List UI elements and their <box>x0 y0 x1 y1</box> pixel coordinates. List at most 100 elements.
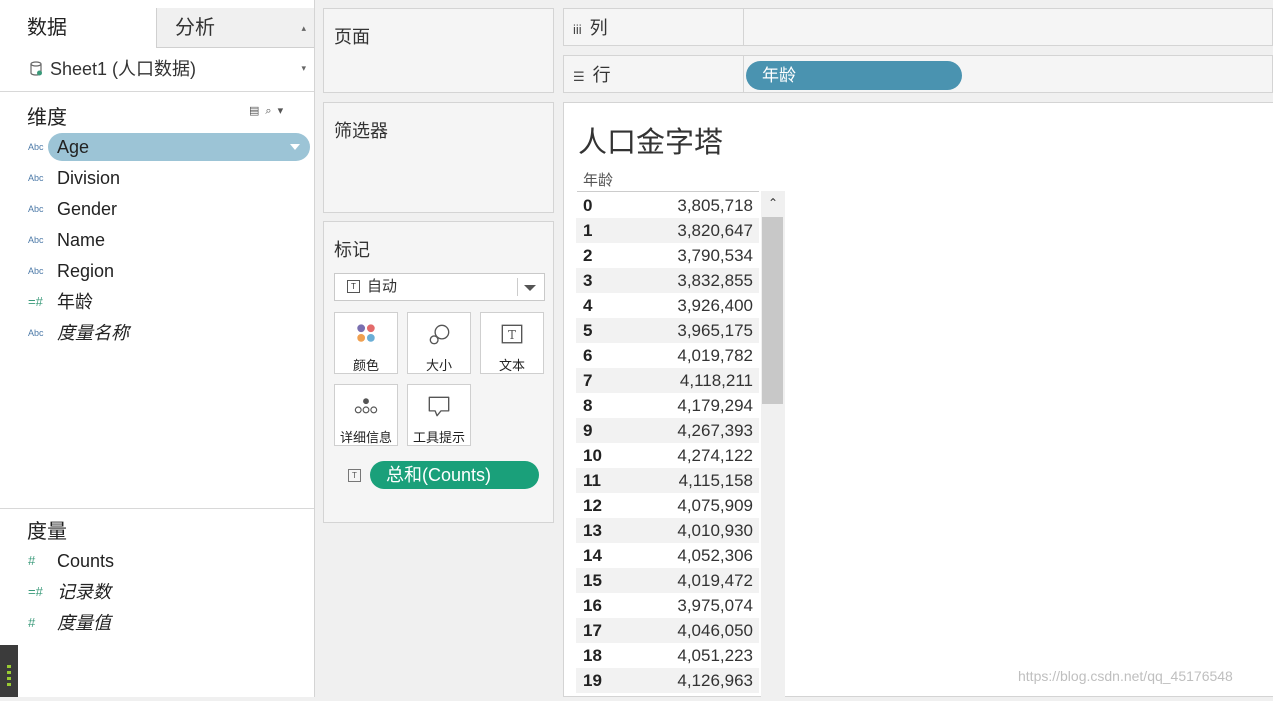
color-button[interactable]: 颜色 <box>334 312 398 374</box>
mark-type-value: 自动 <box>367 278 398 295</box>
count-cell: 4,051,223 <box>677 646 753 665</box>
scroll-thumb[interactable] <box>762 217 783 404</box>
count-cell: 3,832,855 <box>677 271 753 290</box>
pages-title: 页面 <box>334 27 370 47</box>
count-cell: 4,179,294 <box>677 396 753 415</box>
age-cell: 1 <box>583 221 593 240</box>
dimension-tools: ▤ ⌕ ▾ <box>249 104 289 118</box>
measure-field[interactable]: =# 记录数 <box>0 578 314 606</box>
column-header: 年龄 <box>583 171 614 189</box>
table-row: 6 4,019,782 <box>576 343 759 368</box>
table-row: 8 4,179,294 <box>576 393 759 418</box>
marks-card: 标记 T 自动 颜色 大小 T 文本 详细信息 工具提示 T 总和(Counts… <box>323 221 554 523</box>
rows-age-pill[interactable]: 年龄 <box>746 61 962 90</box>
count-cell: 4,267,393 <box>677 421 753 440</box>
age-cell: 11 <box>583 471 601 490</box>
tab-data[interactable]: 数据 <box>0 8 156 48</box>
string-type-icon: Abc <box>28 142 44 152</box>
age-cell: 0 <box>583 196 593 215</box>
table-row: 12 4,075,909 <box>576 493 759 518</box>
field-name: 度量名称 <box>57 323 129 343</box>
table-row: 4 3,926,400 <box>576 293 759 318</box>
count-cell: 4,052,306 <box>677 546 753 565</box>
text-encoding-icon: T <box>348 469 361 482</box>
tooltip-label: 工具提示 <box>412 430 465 445</box>
age-cell: 8 <box>583 396 593 415</box>
watermark: https://blog.csdn.net/qq_45176548 <box>1018 668 1233 684</box>
text-label: 文本 <box>498 358 525 373</box>
count-cell: 4,046,050 <box>677 621 753 640</box>
count-cell: 3,926,400 <box>677 296 753 315</box>
search-icon[interactable]: ⌕ <box>265 105 271 117</box>
measure-field[interactable]: # 度量值 <box>0 609 314 637</box>
field-name: Name <box>57 230 106 250</box>
dimension-field[interactable]: Abc Age <box>0 133 314 161</box>
table-row: 0 3,805,718 <box>576 193 759 218</box>
columns-shelf-label: iii 列 <box>564 9 744 45</box>
count-cell: 3,820,647 <box>677 221 753 240</box>
age-cell: 9 <box>583 421 593 440</box>
color-icon <box>357 324 375 342</box>
divider <box>0 91 314 92</box>
age-cell: 15 <box>583 571 602 590</box>
age-cell: 6 <box>583 346 593 365</box>
age-cell: 19 <box>583 671 602 690</box>
data-pane: 数据 分析 ▴ ▾ Sheet1 (人口数据) 维度 ▤ ⌕ ▾ Abc Age Abc D… <box>0 0 315 697</box>
dimension-field[interactable]: Abc 度量名称 <box>0 319 314 347</box>
age-cell: 16 <box>583 596 602 615</box>
detail-icon <box>354 398 378 414</box>
age-cell: 14 <box>583 546 602 565</box>
tab-analysis-label: 分析 <box>175 17 215 39</box>
tooltip-button[interactable]: 工具提示 <box>407 384 471 446</box>
mark-type-select[interactable]: T 自动 <box>334 273 545 301</box>
size-button[interactable]: 大小 <box>407 312 471 374</box>
dimension-field[interactable]: Abc Name <box>0 226 314 254</box>
age-cell: 7 <box>583 371 593 390</box>
field-name: 记录数 <box>57 582 111 602</box>
numeric-type-icon: # <box>28 615 36 630</box>
svg-text:T: T <box>508 328 516 342</box>
count-cell: 4,010,930 <box>677 521 753 540</box>
age-cell: 18 <box>583 646 602 665</box>
table-row: 1 3,820,647 <box>576 218 759 243</box>
filters-title: 筛选器 <box>334 121 388 141</box>
marks-title: 标记 <box>334 240 370 260</box>
field-name: 度量值 <box>57 613 111 633</box>
table-row: 11 4,115,158 <box>576 468 759 493</box>
detail-button[interactable]: 详细信息 <box>334 384 398 446</box>
count-cell: 4,274,122 <box>677 446 753 465</box>
numeric-type-icon: =# <box>28 294 43 309</box>
color-label: 颜色 <box>352 358 379 373</box>
string-type-icon: Abc <box>28 204 44 214</box>
tab-analysis[interactable]: 分析 ▴ ▾ <box>156 8 314 73</box>
pages-card[interactable]: 页面 <box>323 8 554 93</box>
rows-shelf[interactable]: ☰ 行 年龄 <box>563 55 1273 93</box>
detail-label: 详细信息 <box>339 430 392 445</box>
datasource-item[interactable]: Sheet1 (人口数据) <box>30 56 196 82</box>
numeric-type-icon: # <box>28 553 36 568</box>
view-list-icon[interactable]: ▤ <box>249 105 259 117</box>
count-cell: 4,019,472 <box>677 571 753 590</box>
rows-icon: ☰ <box>573 69 585 84</box>
sum-counts-pill[interactable]: 总和(Counts) <box>370 461 539 489</box>
dimension-field[interactable]: Abc Gender <box>0 195 314 223</box>
table-row: 9 4,267,393 <box>576 418 759 443</box>
sort-arrows-icon: ▴ ▾ <box>301 23 306 73</box>
filters-card[interactable]: 筛选器 <box>323 102 554 213</box>
string-type-icon: Abc <box>28 328 44 338</box>
count-cell: 4,115,158 <box>678 471 753 490</box>
columns-shelf[interactable]: iii 列 <box>563 8 1273 46</box>
measure-field[interactable]: # Counts <box>0 547 314 575</box>
scroll-up-icon[interactable]: ⌃ <box>761 191 785 215</box>
table-row: 19 4,126,963 <box>576 668 759 693</box>
vertical-scrollbar[interactable]: ⌃ <box>761 191 785 701</box>
text-button[interactable]: T 文本 <box>480 312 544 374</box>
data-table: 0 3,805,718 1 3,820,647 2 3,790,534 3 3,832,855… <box>576 193 759 693</box>
field-name: 年龄 <box>57 292 93 312</box>
rows-label: 行 <box>592 65 611 85</box>
dimension-field[interactable]: Abc Region <box>0 257 314 285</box>
dimension-field[interactable]: =# 年龄 <box>0 288 314 316</box>
menu-dropdown-icon[interactable]: ▾ <box>278 105 284 117</box>
dimension-field[interactable]: Abc Division <box>0 164 314 192</box>
datasource-name: Sheet1 (人口数据) <box>50 59 197 79</box>
